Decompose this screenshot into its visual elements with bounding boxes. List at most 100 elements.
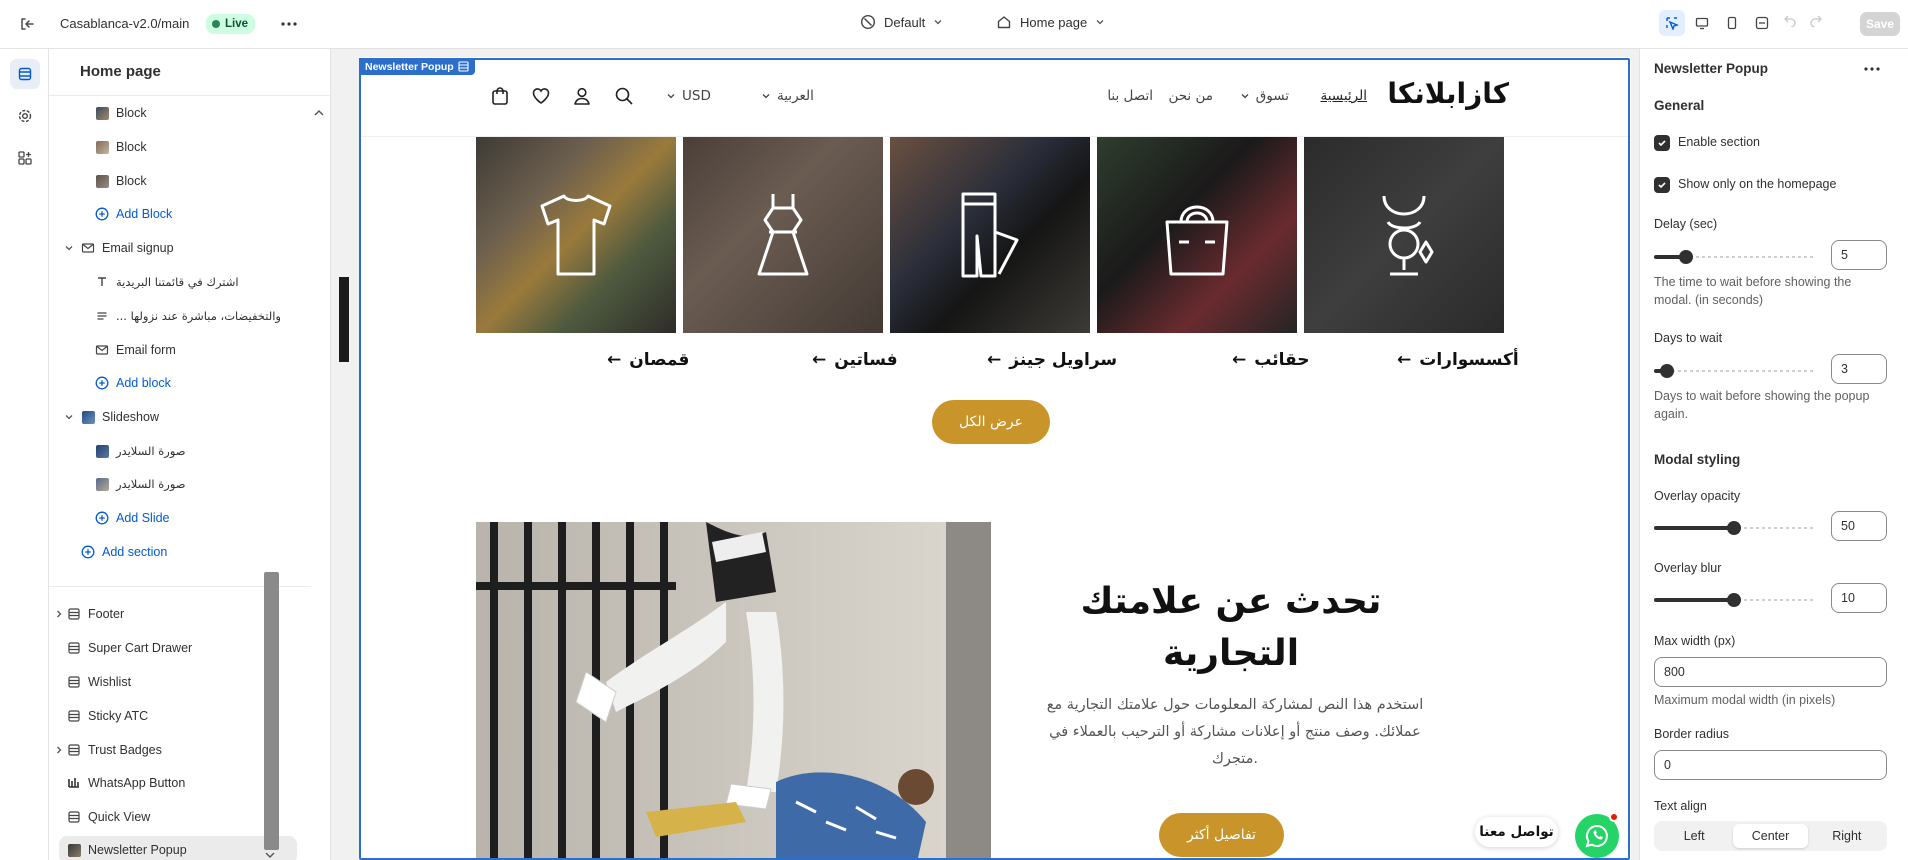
apps-icon[interactable] (10, 143, 40, 173)
align-left-option[interactable]: Left (1657, 824, 1731, 848)
category-tile-accessories[interactable] (1304, 137, 1504, 333)
redo-icon[interactable] (1809, 13, 1823, 27)
tree-item-label: صورة السلايدر (116, 477, 186, 491)
scroll-down-icon[interactable] (263, 849, 277, 860)
add-slide-button[interactable]: Add Slide (49, 504, 311, 532)
scrollbar-thumb[interactable] (264, 572, 279, 850)
heart-icon[interactable] (531, 86, 551, 106)
inspector-icon[interactable] (1659, 10, 1685, 36)
homepage-only-checkbox[interactable] (1654, 177, 1670, 193)
fullscreen-icon[interactable] (1749, 10, 1775, 36)
slider-handle[interactable] (1659, 364, 1674, 378)
desktop-icon[interactable] (1689, 10, 1715, 36)
border-radius-input[interactable]: 0 (1654, 750, 1887, 780)
category-label-shirts[interactable]: ← قمصان (607, 350, 689, 370)
overlay-blur-input[interactable]: 10 (1831, 583, 1887, 613)
theme-select[interactable]: Default (860, 14, 943, 30)
category-label-bags[interactable]: ← حقائب (1232, 350, 1310, 370)
tree-item-block[interactable]: Block (49, 133, 311, 161)
chevron-down-icon[interactable] (64, 412, 74, 422)
tree-item-slide[interactable]: صورة السلايدر (49, 437, 311, 465)
tree-item-slide[interactable]: صورة السلايدر (49, 470, 311, 498)
view-all-button[interactable]: عرض الكل (932, 400, 1050, 444)
selected-section-tag[interactable]: Newsletter Popup (359, 58, 475, 75)
delay-slider[interactable] (1654, 249, 1814, 265)
modal-styling-heading: Modal styling (1654, 452, 1741, 467)
block-image-icon (95, 106, 109, 120)
days-label: Days to wait (1654, 331, 1723, 345)
delay-input[interactable]: 5 (1831, 240, 1887, 270)
save-button[interactable]: Save (1860, 12, 1900, 36)
tree-section-slideshow[interactable]: Slideshow (49, 403, 311, 431)
brand-story-image (476, 522, 991, 860)
account-icon[interactable] (572, 86, 592, 106)
live-badge: Live (206, 14, 256, 34)
category-tile-dresses[interactable] (683, 137, 883, 333)
mobile-icon[interactable] (1719, 10, 1745, 36)
days-slider[interactable] (1654, 363, 1814, 379)
tree-item-paragraph[interactable]: ... والتخفيضات، مباشرة عند نزولها (49, 302, 311, 330)
tree-item-label: Block (116, 140, 147, 154)
category-tile-shirts[interactable] (476, 137, 676, 333)
undo-icon[interactable] (1783, 13, 1797, 27)
currency-select[interactable]: USD (666, 88, 711, 104)
category-label-dresses[interactable]: ← فساتين (812, 350, 898, 370)
category-label-jeans[interactable]: ← سراويل جينز (987, 350, 1117, 370)
gear-icon[interactable] (10, 101, 40, 131)
sections-icon[interactable] (10, 59, 40, 89)
arrow-left-icon: ← (1397, 350, 1412, 370)
tree-item-block[interactable]: Block (49, 167, 311, 195)
add-section-button[interactable]: Add section (49, 538, 311, 566)
tree-item-label: Wishlist (88, 675, 132, 689)
chevron-down-icon[interactable] (64, 243, 74, 253)
nav-about[interactable]: من نحن (1168, 88, 1213, 104)
brand-story-button[interactable]: تفاصيل أكثر (1159, 813, 1284, 857)
whatsapp-label[interactable]: تواصل معنا (1475, 817, 1558, 847)
exit-icon[interactable] (16, 13, 38, 35)
language-select[interactable]: العربية (761, 88, 814, 104)
more-actions-icon[interactable] (1864, 67, 1880, 71)
category-label-accessories[interactable]: ← أكسسوارات (1397, 350, 1519, 370)
cart-icon[interactable] (490, 86, 510, 106)
store-logo[interactable]: كازابلانكا (1387, 77, 1510, 110)
add-block-button[interactable]: Add Block (49, 200, 311, 228)
days-input[interactable]: 3 (1831, 354, 1887, 384)
drag-handle[interactable] (339, 277, 349, 362)
chevron-right-icon[interactable] (54, 745, 64, 755)
search-icon[interactable] (614, 86, 634, 106)
tree-item-block[interactable]: Block (49, 99, 311, 127)
overlay-blur-slider[interactable] (1654, 592, 1814, 608)
enable-section-checkbox[interactable] (1654, 135, 1670, 151)
popup-image-icon (67, 843, 81, 857)
tree-item-label: Trust Badges (88, 743, 162, 757)
more-actions-icon[interactable] (278, 13, 300, 35)
max-width-input[interactable]: 800 (1654, 657, 1887, 687)
slider-handle[interactable] (1727, 521, 1741, 535)
nav-contact[interactable]: اتصل بنا (1107, 88, 1153, 104)
add-section-label: Add section (102, 545, 168, 559)
tree-section-email-signup[interactable]: Email signup (49, 234, 311, 262)
tree-item-heading[interactable]: اشترك في قائمتنا البريدية (49, 268, 311, 296)
brand-story-photo (476, 522, 991, 860)
store-preview[interactable]: كازابلانكا الرئيسية تسوق من نحن اتصل بنا… (359, 57, 1631, 860)
text-icon (98, 277, 106, 286)
category-label-text: فساتين (834, 350, 898, 370)
category-tile-jeans[interactable] (890, 137, 1090, 333)
slider-handle[interactable] (1727, 593, 1741, 607)
align-right-option[interactable]: Right (1810, 824, 1884, 848)
chevron-right-icon[interactable] (54, 609, 64, 619)
chevron-down-icon (762, 94, 770, 99)
align-center-option[interactable]: Center (1733, 824, 1808, 848)
page-select[interactable]: Home page (996, 14, 1105, 30)
overlay-opacity-slider[interactable] (1654, 520, 1814, 536)
tree-item-label: Super Cart Drawer (88, 641, 193, 655)
slider-handle[interactable] (1679, 250, 1693, 264)
add-block-button[interactable]: Add block (49, 369, 311, 397)
category-tile-bags[interactable] (1097, 137, 1297, 333)
overlay-opacity-input[interactable]: 50 (1831, 511, 1887, 541)
tree-section-newsletter-popup[interactable]: Newsletter Popup (59, 836, 297, 860)
nav-home[interactable]: الرئيسية (1321, 88, 1368, 104)
tree-item-email-form[interactable]: Email form (49, 336, 311, 364)
nav-shop[interactable]: تسوق (1240, 88, 1289, 104)
scroll-up-icon[interactable] (312, 107, 326, 119)
